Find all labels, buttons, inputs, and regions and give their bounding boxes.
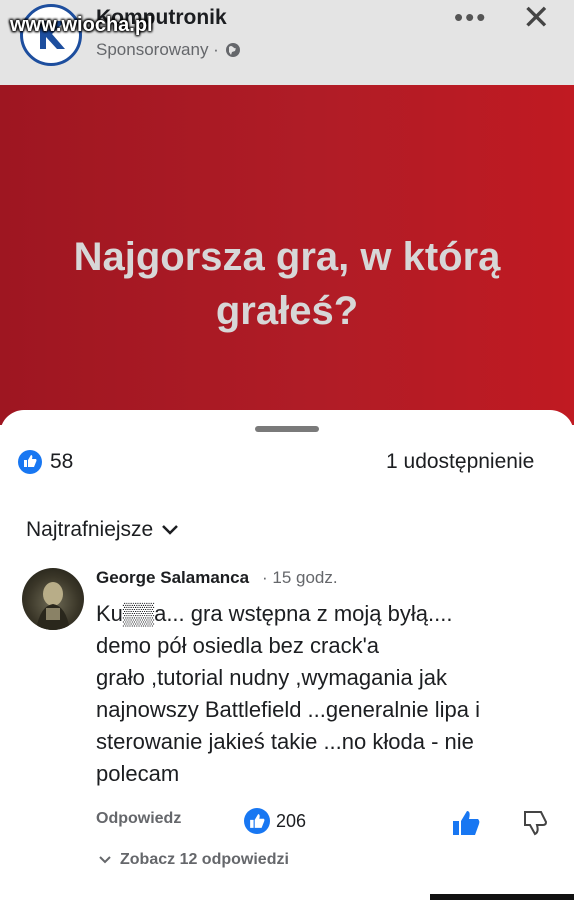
commenter-name[interactable]: George Salamanca xyxy=(96,568,249,588)
comment-line: najnowszy Battlefield ...generalnie lipa… xyxy=(96,697,481,722)
sponsored-label: Sponsorowany · xyxy=(96,40,219,59)
comment-body: Ku▒▒a... gra wstępna z moją byłą.... dem… xyxy=(96,598,526,790)
comments-sheet: 58 1 udostępnienie Najtrafniejsze George… xyxy=(0,410,574,900)
comment-like-reaction-icon xyxy=(244,808,270,834)
see-replies-label: Zobacz 12 odpowiedzi xyxy=(120,851,289,868)
thumbs-down-icon[interactable] xyxy=(522,810,548,836)
ad-banner[interactable]: Najgorsza gra, w którą grałeś? xyxy=(0,85,574,425)
comment-reaction-count[interactable]: 206 xyxy=(276,811,306,832)
chevron-down-icon xyxy=(99,856,111,864)
like-reaction-icon xyxy=(18,450,42,474)
comment-line: grało ,tutorial nudny ,wymagania jak xyxy=(96,665,447,690)
comment-line: demo pół osiedla bez crack'a xyxy=(96,633,380,658)
bottom-edge-bar xyxy=(430,894,574,900)
banner-line-2: grałeś? xyxy=(215,289,359,333)
comment-time: · 15 godz. xyxy=(262,568,338,587)
reply-button[interactable]: Odpowiedz xyxy=(96,810,181,828)
drag-handle[interactable] xyxy=(255,426,319,432)
commenter-avatar[interactable] xyxy=(22,568,84,630)
close-icon[interactable]: ✕ xyxy=(522,0,551,38)
more-options-icon[interactable]: ••• xyxy=(454,2,487,33)
see-replies-link[interactable]: Zobacz 12 odpowiedzi xyxy=(98,851,289,869)
sort-label: Najtrafniejsze xyxy=(26,518,154,541)
share-count[interactable]: 1 udostępnienie xyxy=(386,450,534,474)
sort-dropdown[interactable]: Najtrafniejsze xyxy=(26,518,179,542)
comment-line: Ku▒▒a... gra wstępna z moją byłą.... xyxy=(96,601,453,626)
banner-line-1: Najgorsza gra, w którą xyxy=(73,235,501,279)
comment-line: sterowanie jakieś takie ...no kłoda - ni… xyxy=(96,729,474,754)
sponsored-line: Sponsorowany · xyxy=(96,40,241,60)
thumbs-up-icon[interactable] xyxy=(452,810,480,836)
chevron-down-icon xyxy=(162,525,179,535)
globe-icon xyxy=(225,43,240,57)
like-count[interactable]: 58 xyxy=(50,450,73,474)
comment-line: polecam xyxy=(96,761,180,786)
post-header: Komputronik Sponsorowany · www.wiocha.pl… xyxy=(0,0,574,85)
banner-headline: Najgorsza gra, w którą grałeś? xyxy=(20,230,554,338)
watermark: www.wiocha.pl xyxy=(10,14,153,36)
